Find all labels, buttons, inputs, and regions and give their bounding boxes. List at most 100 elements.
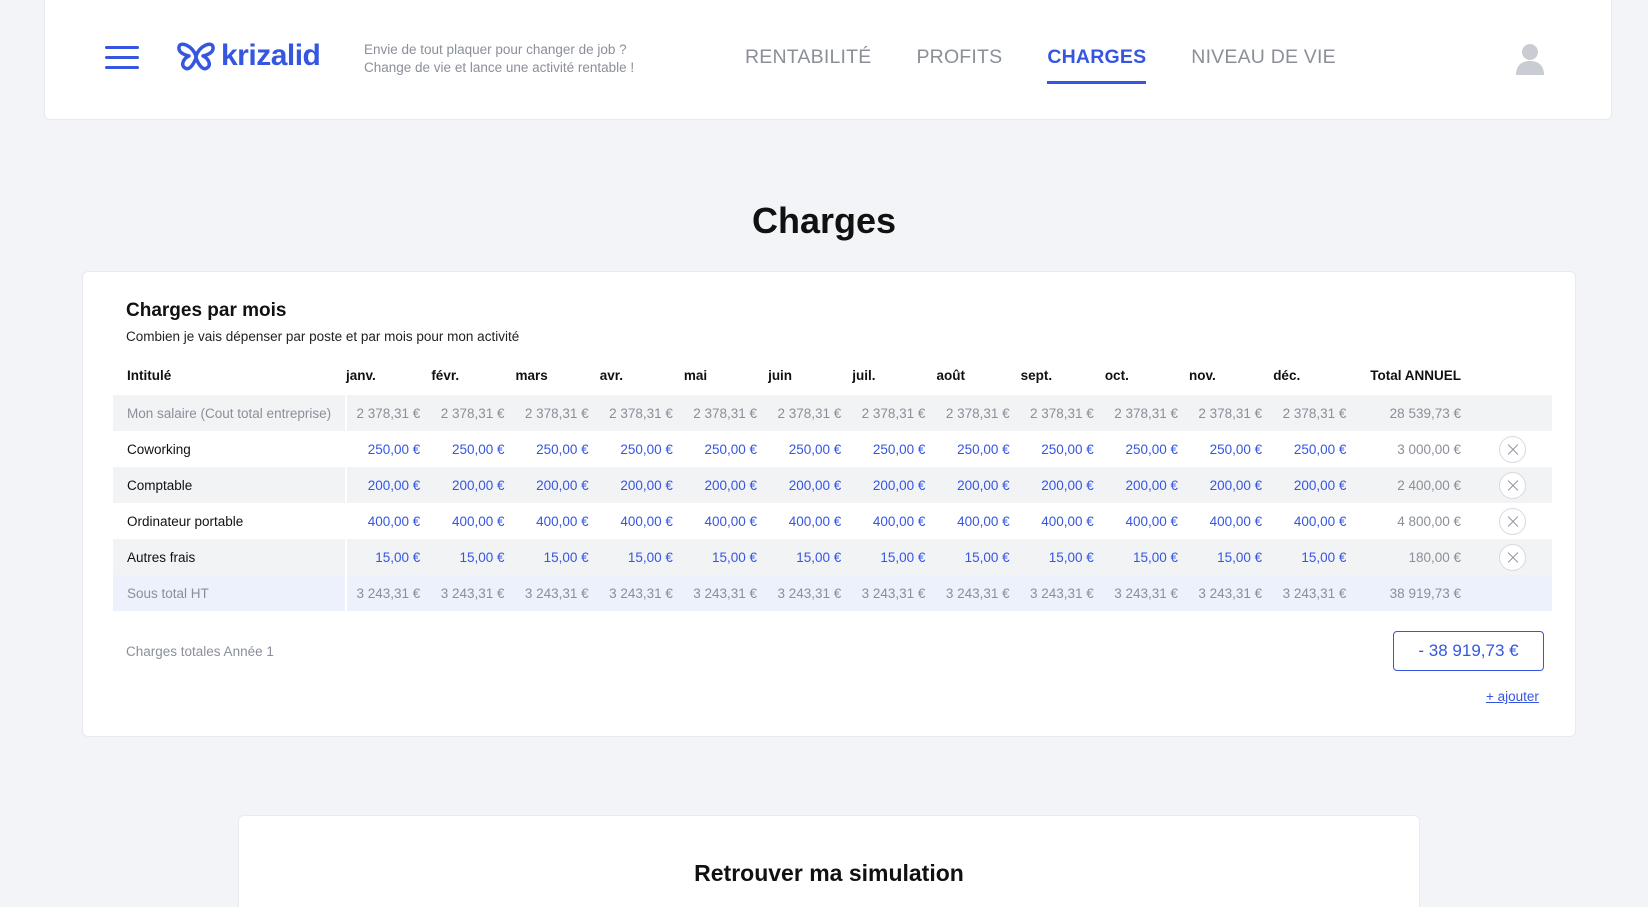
month-value[interactable]: 400,00 €	[1273, 503, 1357, 539]
month-value: 2 378,31 €	[683, 395, 769, 431]
month-value: 2 378,31 €	[346, 395, 432, 431]
tagline-line-2: Change de vie et lance une activité rent…	[364, 60, 635, 75]
month-value: 2 378,31 €	[1189, 395, 1274, 431]
month-value[interactable]: 15,00 €	[936, 539, 1021, 575]
add-charge-link[interactable]: + ajouter	[1486, 689, 1539, 704]
nav-rentabilite[interactable]: RENTABILITÉ	[745, 46, 871, 84]
month-value[interactable]: 200,00 €	[936, 467, 1021, 503]
card-title: Charges par mois	[126, 300, 287, 321]
month-value[interactable]: 15,00 €	[346, 539, 432, 575]
close-icon[interactable]	[1498, 471, 1526, 499]
nav-niveau-de-vie[interactable]: NIVEAU DE VIE	[1191, 46, 1336, 84]
month-value[interactable]: 250,00 €	[516, 431, 600, 467]
month-value[interactable]: 15,00 €	[683, 539, 769, 575]
month-value[interactable]: 200,00 €	[1020, 467, 1105, 503]
month-value[interactable]: 250,00 €	[936, 431, 1020, 467]
row-total: 4 800,00 €	[1397, 513, 1461, 529]
page-title: Charges	[751, 200, 897, 241]
month-value[interactable]: 250,00 €	[684, 431, 768, 467]
month-value[interactable]: 15,00 €	[431, 539, 516, 575]
month-value[interactable]: 400,00 €	[1189, 503, 1273, 539]
column-header: août	[936, 367, 965, 383]
month-value[interactable]: 15,00 €	[768, 539, 853, 575]
month-value[interactable]: 15,00 €	[1104, 539, 1189, 575]
column-header: nov.	[1189, 367, 1216, 383]
column-header: févr.	[431, 367, 460, 383]
close-icon[interactable]	[1498, 543, 1526, 571]
menu-icon[interactable]	[105, 46, 139, 72]
month-value: 2 378,31 €	[599, 395, 684, 431]
month-value[interactable]: 200,00 €	[346, 467, 432, 503]
month-value[interactable]: 250,00 €	[852, 431, 936, 467]
month-value: 3 243,31 €	[1020, 575, 1105, 611]
month-value: 2 378,31 €	[1273, 395, 1358, 431]
month-value[interactable]: 200,00 €	[1273, 467, 1358, 503]
month-value[interactable]: 15,00 €	[599, 539, 684, 575]
user-icon[interactable]	[1513, 41, 1547, 75]
card-subtitle: Combien je vais dépenser par poste et pa…	[126, 329, 520, 344]
month-value[interactable]: 400,00 €	[600, 503, 684, 539]
row-actions	[1472, 503, 1552, 539]
row-total: 180,00 €	[1357, 539, 1472, 575]
tagline-line-1: Envie de tout plaquer pour changer de jo…	[364, 42, 627, 57]
month-value[interactable]: 400,00 €	[346, 503, 431, 539]
month-value[interactable]: 250,00 €	[431, 431, 515, 467]
month-value[interactable]: 200,00 €	[431, 467, 516, 503]
month-value: 3 243,31 €	[346, 575, 432, 611]
logo-text: krizalid	[221, 39, 321, 72]
month-value[interactable]: 250,00 €	[346, 431, 431, 467]
nav-charges[interactable]: CHARGES	[1047, 46, 1147, 84]
month-value[interactable]: 200,00 €	[515, 467, 600, 503]
month-value[interactable]: 250,00 €	[1273, 431, 1357, 467]
month-value[interactable]: 15,00 €	[1020, 539, 1105, 575]
row-label: Sous total HT	[113, 575, 347, 611]
month-value[interactable]: 200,00 €	[1189, 467, 1274, 503]
month-value[interactable]: 200,00 €	[768, 467, 853, 503]
month-value: 3 243,31 €	[683, 575, 769, 611]
month-value[interactable]: 400,00 €	[936, 503, 1020, 539]
month-value[interactable]: 400,00 €	[1105, 503, 1189, 539]
month-value: 2 378,31 €	[852, 395, 937, 431]
month-value[interactable]: 400,00 €	[684, 503, 768, 539]
close-icon[interactable]	[1498, 507, 1526, 535]
month-value: 3 243,31 €	[768, 575, 853, 611]
column-header: janv.	[346, 367, 376, 383]
month-value[interactable]: 200,00 €	[1104, 467, 1189, 503]
column-header-actions	[1472, 355, 1552, 395]
logo[interactable]: krizalid	[177, 39, 321, 73]
row-label: Comptable	[113, 467, 347, 503]
month-value[interactable]: 15,00 €	[515, 539, 600, 575]
column-header: mai	[683, 367, 708, 383]
column-header: juin	[768, 367, 793, 383]
month-value[interactable]: 400,00 €	[431, 503, 515, 539]
month-value[interactable]: 15,00 €	[1189, 539, 1274, 575]
month-value: 3 243,31 €	[431, 575, 516, 611]
row-total: 28 539,73 €	[1357, 395, 1472, 431]
month-value[interactable]: 250,00 €	[768, 431, 852, 467]
month-value[interactable]: 250,00 €	[1105, 431, 1189, 467]
column-header: oct.	[1104, 367, 1129, 383]
month-value: 3 243,31 €	[936, 575, 1021, 611]
table-header-row: Intitulé janv. févr. mars avr. mai juin juil. ao…	[113, 355, 1552, 395]
column-header: déc.	[1273, 367, 1301, 383]
month-value[interactable]: 200,00 €	[852, 467, 937, 503]
month-value[interactable]: 200,00 €	[599, 467, 684, 503]
month-value[interactable]: 15,00 €	[1273, 539, 1358, 575]
month-value[interactable]: 400,00 €	[1021, 503, 1105, 539]
month-value[interactable]: 250,00 €	[1021, 431, 1105, 467]
month-value[interactable]: 400,00 €	[852, 503, 936, 539]
month-value[interactable]: 400,00 €	[768, 503, 852, 539]
close-icon[interactable]	[1498, 435, 1526, 463]
table-row: Ordinateur portable 400,00 €400,00 €400,0…	[113, 503, 1552, 539]
month-value[interactable]: 250,00 €	[600, 431, 684, 467]
month-value: 2 378,31 €	[431, 395, 516, 431]
month-value: 3 243,31 €	[1273, 575, 1358, 611]
nav-profits[interactable]: PROFITS	[916, 46, 1002, 84]
month-value[interactable]: 400,00 €	[516, 503, 600, 539]
total-label: Charges totales Année 1	[126, 644, 274, 659]
month-value[interactable]: 250,00 €	[1189, 431, 1273, 467]
row-label: Mon salaire (Cout total entreprise)	[113, 395, 347, 431]
month-value: 3 243,31 €	[1189, 575, 1274, 611]
month-value[interactable]: 200,00 €	[683, 467, 769, 503]
month-value[interactable]: 15,00 €	[852, 539, 937, 575]
